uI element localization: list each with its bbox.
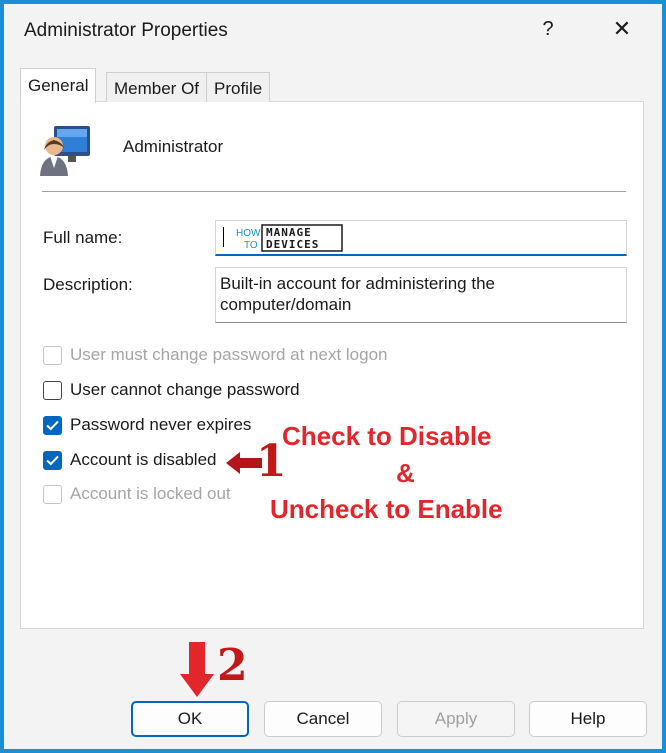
full-name-label: Full name: [43,228,123,247]
help-button[interactable]: Help [529,701,647,737]
tab-member-of[interactable]: Member Of [106,72,208,102]
svg-text:DEVICES: DEVICES [266,238,319,251]
checkbox-label: User must change password at next logon [70,345,388,364]
checkbox-label: Password never expires [70,415,252,434]
checkbox-box[interactable] [43,346,62,365]
window-title: Administrator Properties [24,20,228,41]
svg-text:TO: TO [244,240,258,251]
checkbox-box[interactable] [43,451,62,470]
full-name-input[interactable]: HOW TO MANAGE DEVICES [215,220,627,256]
checkbox-box[interactable] [43,381,62,400]
tab-general[interactable]: General [20,68,97,103]
checkbox-label: Account is disabled [70,450,217,469]
step-number-2: 2 [217,640,248,691]
properties-dialog: Administrator Properties ? ✕ General Mem… [4,4,662,749]
howtomanagedevices-logo: HOW TO MANAGE DEVICES [236,224,343,252]
title-bar[interactable]: Administrator Properties ? ✕ [4,4,662,60]
text-caret [223,227,224,247]
check-icon [46,420,59,431]
cancel-button[interactable]: Cancel [264,701,382,737]
checkbox-box[interactable] [43,416,62,435]
check-icon [46,455,59,466]
account-name: Administrator [123,137,224,156]
apply-button[interactable]: Apply [397,701,515,737]
help-title-button[interactable]: ? [536,18,560,46]
general-tab-panel [20,101,644,629]
description-label: Description: [43,275,133,294]
ok-button[interactable]: OK [131,701,249,737]
annotation-uncheck-to-enable: Uncheck to Enable [270,494,503,524]
tab-profile[interactable]: Profile [206,72,271,102]
svg-text:HOW: HOW [236,228,261,239]
close-button[interactable]: ✕ [608,16,636,46]
description-input[interactable]: Built-in account for administering the c… [215,267,627,323]
annotation-ampersand: & [396,458,415,488]
user-monitor-icon [40,126,90,176]
arrow-down-icon [180,642,214,697]
checkbox-box[interactable] [43,485,62,504]
checkbox-label: Account is locked out [70,484,231,503]
annotation-check-to-disable: Check to Disable [282,421,492,451]
checkbox-label: User cannot change password [70,380,300,399]
divider [42,191,626,192]
